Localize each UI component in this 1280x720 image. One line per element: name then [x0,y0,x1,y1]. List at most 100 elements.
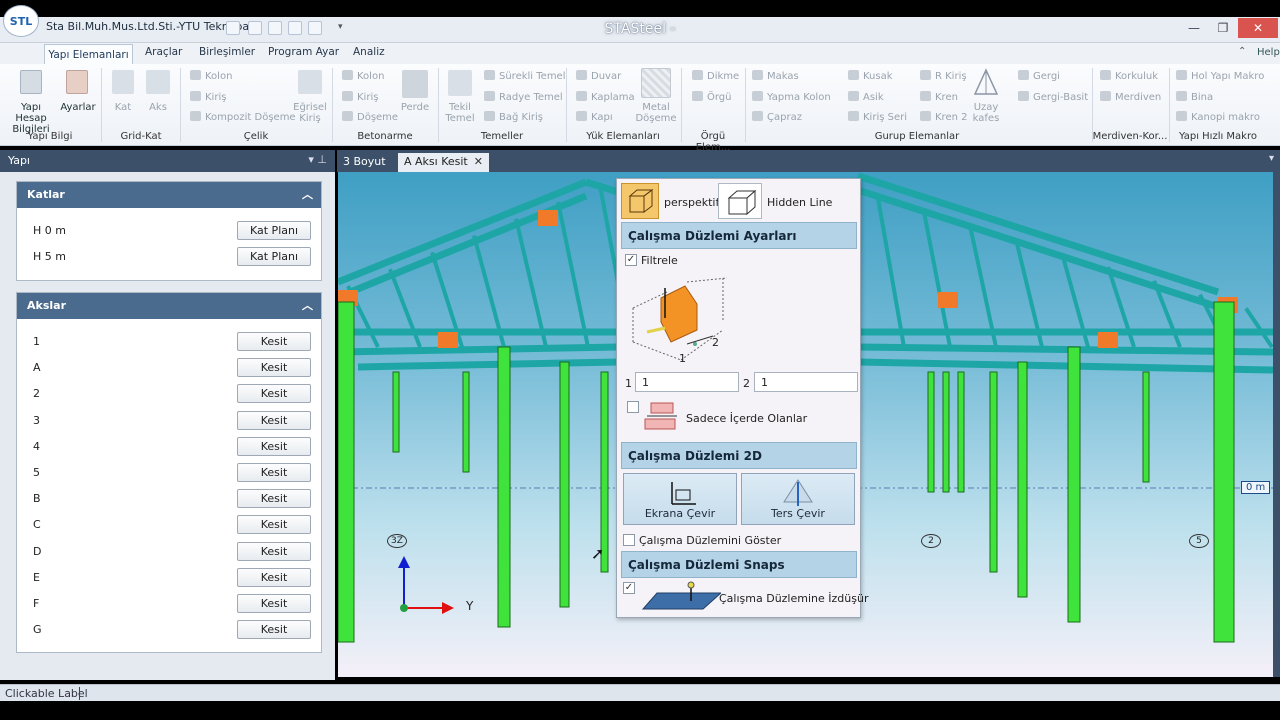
shear-wall-icon[interactable] [402,70,428,98]
aks-button[interactable]: Aks [144,102,172,113]
metal-doseme-button[interactable]: Metal Döşeme [634,102,678,124]
truss-chord [856,186,1220,311]
structure-info-icon[interactable] [20,70,42,94]
kesit-button[interactable]: Kesit [237,594,311,613]
kapi-button[interactable]: Kapı [576,111,613,123]
close-button[interactable]: ✕ [1238,18,1278,38]
egrisel-kiris-button[interactable]: Eğrisel Kiriş [290,102,330,124]
ribbon-collapse-icon[interactable]: ⌃ [1238,46,1246,57]
space-frame-icon[interactable] [973,68,999,96]
celik-kolon-button[interactable]: Kolon [190,70,232,82]
tab-program-ayar[interactable]: Program Ayar [268,46,339,58]
metal-deck-icon[interactable] [641,68,671,98]
kesit-button[interactable]: Kesit [237,358,311,378]
settings-tools-icon[interactable] [66,70,88,94]
kiris-seri-button[interactable]: Kiriş Seri [848,111,907,123]
radye-temel-button[interactable]: Radye Temel [484,91,563,103]
close-tab-icon[interactable]: ✕ [474,155,483,168]
beton-doseme-button[interactable]: Döşeme [342,111,398,123]
ayarlar-button[interactable]: Ayarlar [60,102,96,113]
asik-button[interactable]: Asik [848,91,884,103]
bag-kiris-button[interactable]: Bağ Kiriş [484,111,543,123]
minimize-button[interactable]: — [1182,18,1206,38]
uzay-kafes-button[interactable]: Uzay kafes [966,102,1006,124]
r-kiris-button[interactable]: R Kiriş [920,70,967,82]
curved-beam-icon[interactable] [298,70,322,94]
celik-kiris-button[interactable]: Kiriş [190,91,226,103]
perspective-cube-icon[interactable] [621,183,659,219]
kesit-button[interactable]: Kesit [237,489,311,509]
kesit-button[interactable]: Kesit [237,541,311,561]
bina-button[interactable]: Bina [1176,91,1213,103]
orgu-button[interactable]: Örgü [692,91,732,103]
kren2-button[interactable]: Kren 2 [920,111,967,123]
kesit-button[interactable]: Kesit [237,410,311,430]
help-link[interactable]: Help [1257,47,1280,58]
tab-birlesimler[interactable]: Birleşimler [199,46,255,58]
tab-list-icon[interactable]: ▾ [1269,153,1274,164]
surekli-temel-button[interactable]: Sürekli Temel [484,70,566,82]
merdiven-button[interactable]: Merdiven [1100,91,1161,103]
kesit-button[interactable]: Kesit [237,567,311,587]
tab-araclar[interactable]: Araçlar [145,46,182,58]
kusak-button[interactable]: Kusak [848,70,893,82]
filter-checkbox[interactable]: ✓ [625,254,637,266]
grid-axis-icon[interactable] [146,70,170,94]
tab-a-aksi-kesit[interactable]: A Aksı Kesit ✕ [398,153,489,172]
kat-button[interactable]: Kat [108,102,138,113]
kat-plani-button[interactable]: Kat Planı [237,247,311,266]
group-merdiven: Merdiven-Kor... [1092,131,1168,142]
korkuluk-button[interactable]: Korkuluk [1100,70,1158,82]
kesit-button[interactable]: Kesit [237,436,311,456]
app-logo-button[interactable]: STL [3,5,39,37]
status-text[interactable]: Clickable Label [5,687,88,700]
kesit-button[interactable]: Kesit [237,384,311,404]
hol-yapi-makro-button[interactable]: Hol Yapı Makro [1176,70,1264,82]
duvar-button[interactable]: Duvar [576,70,621,82]
beton-kiris-button[interactable]: Kiriş [342,91,378,103]
show-plane-checkbox[interactable] [623,534,635,546]
beton-kolon-button[interactable]: Kolon [342,70,384,82]
footing-icon[interactable] [448,70,472,96]
kesit-button[interactable]: Kesit [237,620,311,640]
perspective-label[interactable]: perspektif [664,196,719,209]
maximize-button[interactable]: ❐ [1211,18,1235,38]
hidden-line-label[interactable]: Hidden Line [767,196,832,209]
kesit-button[interactable]: Kesit [237,332,311,351]
gergi-basit-button[interactable]: Gergi-Basit [1018,91,1088,103]
kesit-button[interactable]: Kesit [237,515,311,535]
dikme-button[interactable]: Dikme [692,70,739,82]
kat-plani-button[interactable]: Kat Planı [237,221,311,240]
makas-button[interactable]: Makas [752,70,799,82]
tab-analiz[interactable]: Analiz [353,46,385,58]
gergi-button[interactable]: Gergi [1018,70,1060,82]
katlar-header[interactable]: Katlar ︿ [17,182,321,208]
kren-button[interactable]: Kren [920,91,958,103]
capraz-button[interactable]: Çapraz [752,111,802,123]
tekil-temel-button[interactable]: Tekil Temel [442,102,478,124]
yapma-kolon-button[interactable]: Yapma Kolon [752,91,831,103]
steel-column [942,371,950,493]
inside-only-label: Sadece İçerde Olanlar [686,412,808,425]
collapse-chevron-icon[interactable]: ︿ [302,186,313,202]
inside-only-checkbox[interactable] [627,401,639,413]
rotate-to-screen-button[interactable]: Ekrana Çevir [623,473,737,525]
plane-field-2[interactable]: 1 [754,372,858,392]
project-checkbox[interactable]: ✓ [623,582,635,594]
kanopi-makro-button[interactable]: Kanopi makro [1176,111,1260,123]
kompozit-doseme-button[interactable]: Kompozit Döşeme [190,111,296,123]
truss-diagonal [1244,307,1273,349]
tab-3-boyut[interactable]: 3 Boyut [337,153,392,172]
reverse-button[interactable]: Ters Çevir [741,473,855,525]
plane-field-1[interactable]: 1 [635,372,739,392]
panel-pin-icon[interactable]: ▾ ⊥ [308,153,327,166]
tab-yapi-elemanlari[interactable]: Yapı Elemanları [44,44,133,65]
perde-button[interactable]: Perde [398,102,432,113]
collapse-chevron-icon[interactable]: ︿ [302,297,313,313]
akslar-header[interactable]: Akslar ︿ [17,293,321,319]
kesit-button[interactable]: Kesit [237,463,311,482]
floor-icon[interactable] [112,70,134,94]
hidden-line-cube-icon[interactable] [718,183,762,219]
kaplama-button[interactable]: Kaplama [576,91,635,103]
app-window: STL Sta Bil.Muh.Mus.Ltd.Sti.-YTU Teknopa… [0,0,1280,720]
